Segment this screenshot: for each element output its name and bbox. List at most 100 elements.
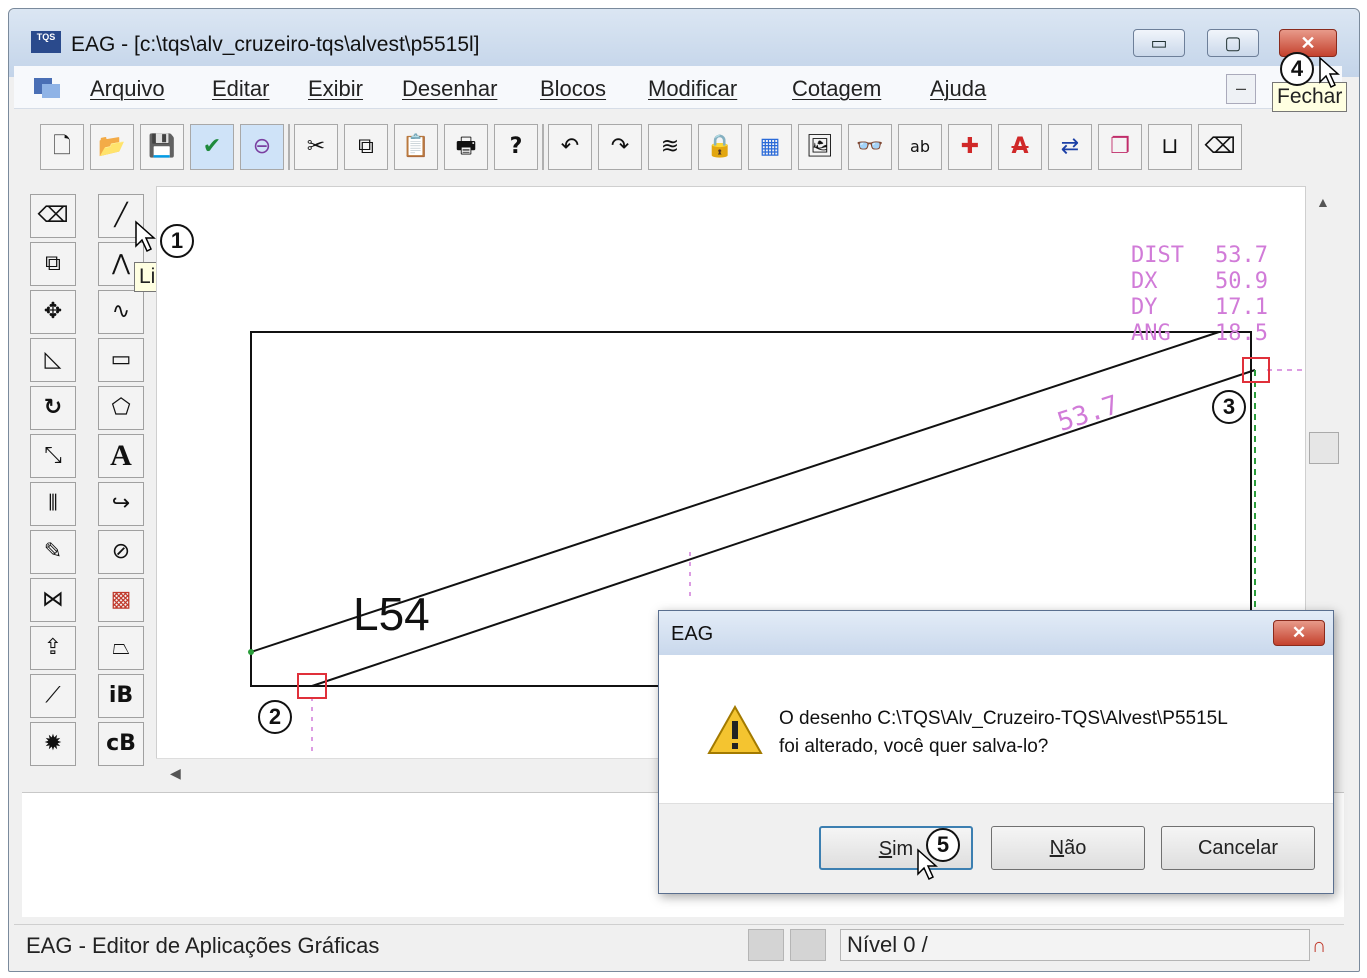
- no-label: ão: [1064, 837, 1087, 859]
- text-strike-icon[interactable]: A: [998, 124, 1042, 170]
- image-icon[interactable]: 🖼: [798, 124, 842, 170]
- move-icon[interactable]: ✥: [30, 290, 76, 334]
- window-title: EAG - [c:\tqs\alv_cruzeiro-tqs\alvest\p5…: [71, 33, 480, 56]
- dialog-message-line1: O desenho C:\TQS\Alv_Cruzeiro-TQS\Alvest…: [779, 708, 1228, 729]
- explode-icon[interactable]: ✹: [30, 722, 76, 766]
- minimize-icon: ▭: [1150, 33, 1168, 53]
- lock-icon[interactable]: 🔒: [698, 124, 742, 170]
- menu-desenhar[interactable]: Desenhar: [402, 76, 497, 102]
- redo-icon[interactable]: ↷: [598, 124, 642, 170]
- color-palette-icon[interactable]: ▦: [748, 124, 792, 170]
- readout-value: 50.9: [1215, 269, 1268, 294]
- close-icon: ✕: [1300, 33, 1316, 53]
- readout-label: DX: [1131, 269, 1158, 294]
- dialog-footer: Sim Não Cancelar: [659, 803, 1333, 893]
- menu-arquivo[interactable]: Arquivo: [90, 76, 165, 102]
- scroll-left-icon[interactable]: ◀: [170, 765, 181, 782]
- paste-icon[interactable]: 📋: [394, 124, 438, 170]
- dialog-body: O desenho C:\TQS\Alv_Cruzeiro-TQS\Alvest…: [659, 655, 1333, 803]
- rotate-icon[interactable]: ↻: [30, 386, 76, 430]
- app-icon[interactable]: TQS: [31, 31, 61, 53]
- arc-icon[interactable]: ↪: [98, 482, 144, 526]
- create-block-icon[interactable]: cB: [98, 722, 144, 766]
- warning-icon: [707, 705, 763, 754]
- menu-bar: Arquivo Editar Exibir Desenhar Blocos Mo…: [14, 66, 1342, 109]
- swap-icon[interactable]: ⇄: [1048, 124, 1092, 170]
- minimize-button[interactable]: ▭: [1133, 29, 1185, 57]
- open-folder-icon[interactable]: 📂: [90, 124, 134, 170]
- toolbar-separator: [542, 124, 544, 170]
- toolbar-separator: [288, 124, 290, 170]
- spline-icon[interactable]: ∿: [98, 290, 144, 334]
- copy-objects-icon[interactable]: ⧉: [30, 242, 76, 286]
- beam-label: L54: [353, 588, 430, 640]
- stretch-icon[interactable]: ◺: [30, 338, 76, 382]
- rectangle-icon[interactable]: ▭: [98, 338, 144, 382]
- menu-editar[interactable]: Editar: [212, 76, 269, 102]
- extend-icon[interactable]: ⟋: [30, 674, 76, 718]
- new-document-icon[interactable]: 🗋: [40, 124, 84, 170]
- menu-cotagem[interactable]: Cotagem: [792, 76, 881, 102]
- dialog-title: EAG: [671, 623, 714, 645]
- find-icon[interactable]: 👓: [848, 124, 892, 170]
- scale-icon[interactable]: ⤡: [30, 434, 76, 478]
- insert-point-icon[interactable]: ✚: [948, 124, 992, 170]
- undo-icon[interactable]: ↶: [548, 124, 592, 170]
- coord-readout: DIST 53.7 DX 50.9 DY 17.1 ANG 18.5: [1131, 243, 1268, 347]
- replace-text-icon[interactable]: ab: [898, 124, 942, 170]
- no-button[interactable]: Não: [991, 826, 1145, 870]
- mdi-minimize-button[interactable]: –: [1226, 74, 1256, 104]
- no-accel: N: [1049, 837, 1065, 859]
- readout-label: ANG: [1131, 321, 1171, 346]
- vertex-point: [248, 649, 254, 655]
- text-icon[interactable]: A: [98, 434, 144, 478]
- array-icon[interactable]: ⇪: [30, 626, 76, 670]
- magnet-icon[interactable]: ∩: [1312, 935, 1336, 957]
- menu-blocos[interactable]: Blocos: [540, 76, 606, 102]
- dialog-title-bar[interactable]: EAG ✕: [659, 611, 1333, 655]
- document-icon[interactable]: [32, 74, 62, 100]
- window-arrange-icon[interactable]: ❐: [1098, 124, 1142, 170]
- fillet-icon[interactable]: ⋈: [30, 578, 76, 622]
- trim-icon[interactable]: ✎: [30, 530, 76, 574]
- hatch-icon[interactable]: ▩: [98, 578, 144, 622]
- scroll-up-icon[interactable]: ▲: [1316, 194, 1330, 210]
- cancel-button[interactable]: Cancelar: [1161, 826, 1315, 870]
- menu-modificar[interactable]: Modificar: [648, 76, 737, 102]
- save-dialog: EAG ✕ O desenho C:\TQS\Alv_Cruzeiro-TQS\…: [658, 610, 1334, 894]
- close-icon: ✕: [1291, 623, 1307, 642]
- maximize-button[interactable]: ▢: [1207, 29, 1259, 57]
- menu-exibir[interactable]: Exibir: [308, 76, 363, 102]
- check-icon[interactable]: ✔: [190, 124, 234, 170]
- status-cell: [748, 929, 784, 961]
- insert-block-icon[interactable]: iB: [98, 674, 144, 718]
- dialog-message-line2: foi alterado, você quer salva-lo?: [779, 736, 1049, 757]
- polygon-icon[interactable]: ⬠: [98, 386, 144, 430]
- eraser-icon[interactable]: ⌫: [1198, 124, 1242, 170]
- readout-value: 18.5: [1215, 321, 1268, 346]
- readout-label: DIST: [1131, 243, 1184, 268]
- status-level: Nível 0 /: [840, 929, 1310, 961]
- status-app-name: EAG - Editor de Aplicações Gráficas: [26, 933, 380, 958]
- trapezoid-icon[interactable]: ⏢: [98, 626, 144, 670]
- cut-icon[interactable]: ✂: [294, 124, 338, 170]
- eraser-icon[interactable]: ⌫: [30, 194, 76, 238]
- layers-icon[interactable]: ≋: [648, 124, 692, 170]
- status-cell: [790, 929, 826, 961]
- copy-icon[interactable]: ⧉: [344, 124, 388, 170]
- stop-icon[interactable]: ⊖: [240, 124, 284, 170]
- yes-accel: S: [878, 838, 893, 860]
- print-icon[interactable]: 🖶: [444, 124, 488, 170]
- save-icon[interactable]: 💾: [140, 124, 184, 170]
- menu-ajuda[interactable]: Ajuda: [930, 76, 986, 102]
- dialog-close-button[interactable]: ✕: [1273, 620, 1325, 646]
- mirror-icon[interactable]: ⫴: [30, 482, 76, 526]
- scroll-thumb[interactable]: [1309, 432, 1339, 464]
- status-bar: EAG - Editor de Aplicações Gráficas Níve…: [14, 924, 1344, 965]
- close-button[interactable]: ✕: [1279, 29, 1337, 57]
- callout-3: 3: [1212, 390, 1246, 424]
- dimension-icon[interactable]: ⊔: [1148, 124, 1192, 170]
- help-icon[interactable]: ?: [494, 124, 538, 170]
- maximize-icon: ▢: [1224, 33, 1242, 53]
- circle-icon[interactable]: ⊘: [98, 530, 144, 574]
